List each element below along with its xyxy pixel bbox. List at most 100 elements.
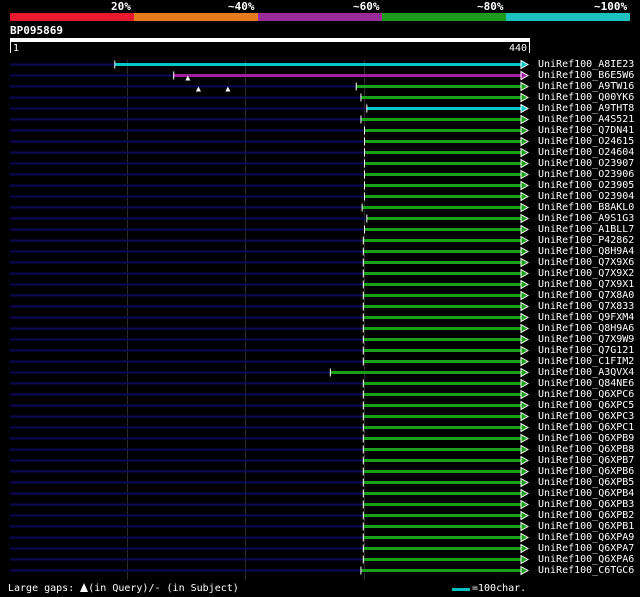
- hit-label[interactable]: UniRef100_Q6XPC6: [538, 389, 634, 400]
- hit-label[interactable]: UniRef100_Q6XPB3: [538, 499, 634, 510]
- hit-end-arrow: [520, 158, 530, 169]
- gaps-subject-label: - (in Subject): [154, 583, 239, 594]
- hit-label[interactable]: UniRef100_Q6XPB1: [538, 521, 634, 532]
- hit-label[interactable]: UniRef100_A4S521: [538, 114, 634, 125]
- hit-end-arrow: [520, 70, 530, 81]
- hit-end-arrow: [520, 257, 530, 268]
- hit-end-arrow: [520, 103, 530, 114]
- hit-end-arrow: [520, 345, 530, 356]
- hit-label[interactable]: UniRef100_A9S1G3: [538, 213, 634, 224]
- hit-label[interactable]: UniRef100_Q6XPB8: [538, 444, 634, 455]
- hit-end-arrow: [520, 323, 530, 334]
- hit-label[interactable]: UniRef100_Q8H9A6: [538, 323, 634, 334]
- hit-label[interactable]: UniRef100_C1FIM2: [538, 356, 634, 367]
- hit-end-arrow: [520, 224, 530, 235]
- hit-end-arrow: [520, 422, 530, 433]
- hit-label[interactable]: UniRef100_Q00YK6: [538, 92, 634, 103]
- hit-label[interactable]: UniRef100_A1BLL7: [538, 224, 634, 235]
- hit-label[interactable]: UniRef100_Q7X9X1: [538, 279, 634, 290]
- hit-label[interactable]: UniRef100_Q6XPC5: [538, 400, 634, 411]
- hit-label[interactable]: UniRef100_A8IE23: [538, 59, 634, 70]
- hit-end-arrow: [520, 400, 530, 411]
- hit-end-arrow: [520, 411, 530, 422]
- hit-label[interactable]: UniRef100_C6TGC6: [538, 565, 634, 576]
- hit-label[interactable]: UniRef100_P42862: [538, 235, 634, 246]
- hit-label[interactable]: UniRef100_O24604: [538, 147, 634, 158]
- hit-end-arrow: [520, 246, 530, 257]
- hit-label[interactable]: UniRef100_Q6XPA7: [538, 543, 634, 554]
- hit-end-arrow: [520, 477, 530, 488]
- hit-label[interactable]: UniRef100_A3QVX4: [538, 367, 634, 378]
- hit-end-arrow: [520, 499, 530, 510]
- hit-label[interactable]: UniRef100_Q7X9X6: [538, 257, 634, 268]
- hit-end-arrow: [520, 312, 530, 323]
- hit-end-arrow: [520, 59, 530, 70]
- hit-label[interactable]: UniRef100_Q9FXM4: [538, 312, 634, 323]
- hit-end-arrow: [520, 444, 530, 455]
- hit-end-arrow: [520, 279, 530, 290]
- hit-label[interactable]: UniRef100_B6E5W6: [538, 70, 634, 81]
- hit-end-arrow: [520, 290, 530, 301]
- hit-end-arrow: [520, 301, 530, 312]
- hit-end-arrow: [520, 543, 530, 554]
- hit-end-arrow: [520, 510, 530, 521]
- hit-label[interactable]: UniRef100_O23907: [538, 158, 634, 169]
- hit-end-arrow: [520, 180, 530, 191]
- hit-label[interactable]: UniRef100_O24615: [538, 136, 634, 147]
- hit-end-arrow: [520, 202, 530, 213]
- hit-end-arrow: [520, 191, 530, 202]
- hit-label[interactable]: UniRef100_Q6XPB6: [538, 466, 634, 477]
- hit-end-arrow: [520, 389, 530, 400]
- scale-legend-line: [452, 588, 470, 591]
- hit-label[interactable]: UniRef100_Q6XPB7: [538, 455, 634, 466]
- hit-label[interactable]: UniRef100_Q7X8A0: [538, 290, 634, 301]
- hit-label[interactable]: UniRef100_Q7X9X2: [538, 268, 634, 279]
- hit-end-arrow: [520, 334, 530, 345]
- hit-label[interactable]: UniRef100_Q6XPB2: [538, 510, 634, 521]
- hit-end-arrow: [520, 356, 530, 367]
- hit-end-arrow: [520, 235, 530, 246]
- hit-end-arrow: [520, 554, 530, 565]
- hit-label[interactable]: UniRef100_Q7G121: [538, 345, 634, 356]
- hit-end-arrow: [520, 378, 530, 389]
- hit-label[interactable]: UniRef100_Q6XPA9: [538, 532, 634, 543]
- hit-end-arrow: [520, 433, 530, 444]
- hit-end-arrow: [520, 114, 530, 125]
- hit-label[interactable]: UniRef100_Q7X9W9: [538, 334, 634, 345]
- hit-label[interactable]: UniRef100_Q6XPC1: [538, 422, 634, 433]
- hit-end-arrow: [520, 521, 530, 532]
- hit-end-arrow: [520, 565, 530, 576]
- hit-label[interactable]: UniRef100_O23905: [538, 180, 634, 191]
- hit-end-arrow: [520, 466, 530, 477]
- hit-end-arrow: [520, 92, 530, 103]
- hit-end-arrow: [520, 213, 530, 224]
- hit-end-arrow: [520, 488, 530, 499]
- hit-label[interactable]: UniRef100_Q84NE6: [538, 378, 634, 389]
- hit-end-arrow: [520, 169, 530, 180]
- hit-label[interactable]: UniRef100_B8AKL0: [538, 202, 634, 213]
- hit-label[interactable]: UniRef100_Q6XPC3: [538, 411, 634, 422]
- hit-label[interactable]: UniRef100_Q6XPB5: [538, 477, 634, 488]
- hit-end-arrow: [520, 147, 530, 158]
- hit-end-arrow: [520, 136, 530, 147]
- gaps-legend: Large gaps: (in Query)/- (in Subject): [8, 583, 239, 594]
- hit-label[interactable]: UniRef100_Q8H9A4: [538, 246, 634, 257]
- gaps-query-label: (in Query)/: [88, 583, 155, 594]
- hit-label[interactable]: UniRef100_A9TW16: [538, 81, 634, 92]
- hit-end-arrow: [520, 367, 530, 378]
- hit-label[interactable]: UniRef100_Q7X833: [538, 301, 634, 312]
- hit-end-arrow: [520, 81, 530, 92]
- hit-label[interactable]: UniRef100_Q6XPB9: [538, 433, 634, 444]
- scale-legend-label: =100char.: [472, 583, 527, 594]
- gaps-prefix: Large gaps:: [8, 583, 81, 594]
- hit-end-arrow: [520, 125, 530, 136]
- hit-label[interactable]: UniRef100_Q6XPA6: [538, 554, 634, 565]
- hit-label[interactable]: UniRef100_Q6XPB4: [538, 488, 634, 499]
- hit-end-arrow: [520, 455, 530, 466]
- hit-label[interactable]: UniRef100_O23906: [538, 169, 634, 180]
- hit-end-arrow: [520, 532, 530, 543]
- hit-label[interactable]: UniRef100_Q7DN41: [538, 125, 634, 136]
- hit-label[interactable]: UniRef100_O23904: [538, 191, 634, 202]
- hit-label[interactable]: UniRef100_A9THT8: [538, 103, 634, 114]
- hit-end-arrow: [520, 268, 530, 279]
